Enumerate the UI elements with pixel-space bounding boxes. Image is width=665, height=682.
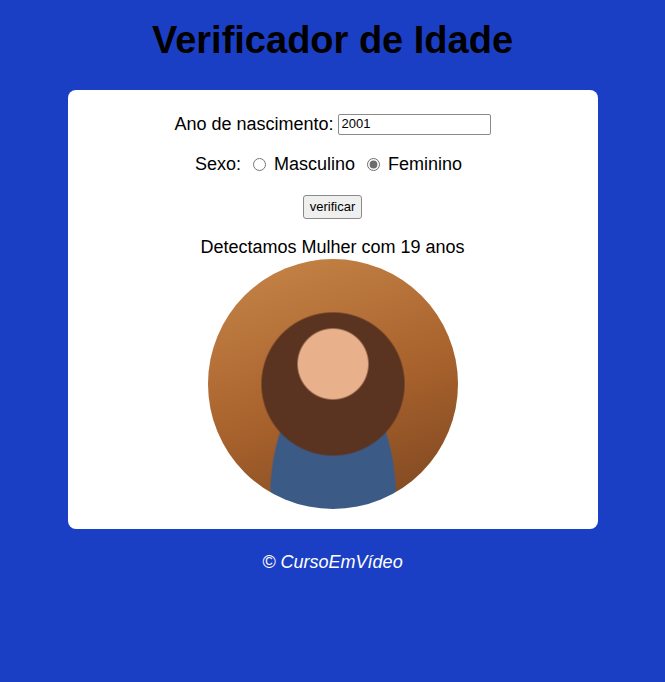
result-area: Detectamos Mulher com 19 anos <box>78 235 588 509</box>
year-input[interactable] <box>338 114 491 135</box>
year-label: Ano de nascimento: <box>174 112 333 136</box>
form-panel: Ano de nascimento: Sexo: Masculino Femini… <box>68 90 598 529</box>
button-row: verificar <box>78 192 588 219</box>
verify-button[interactable]: verificar <box>303 195 363 219</box>
header: Verificador de Idade <box>0 0 665 63</box>
sex-option[interactable]: Feminino <box>367 152 462 176</box>
sex-option-label: Masculino <box>274 152 355 176</box>
sex-radio[interactable] <box>367 158 380 171</box>
result-photo <box>208 259 458 509</box>
sex-row: Sexo: Masculino Feminino <box>78 152 588 176</box>
sex-option-label: Feminino <box>388 152 462 176</box>
page-title: Verificador de Idade <box>0 0 665 63</box>
sex-option[interactable]: Masculino <box>253 152 355 176</box>
year-row: Ano de nascimento: <box>78 112 588 136</box>
sex-label: Sexo: <box>195 152 241 176</box>
result-text: Detectamos Mulher com 19 anos <box>200 235 464 259</box>
footer: © CursoEmVídeo <box>0 549 665 576</box>
sex-radio[interactable] <box>253 158 266 171</box>
